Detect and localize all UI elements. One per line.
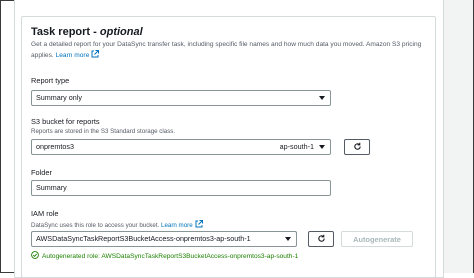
- autogenerated-role-status: Autogenerated role: AWSDataSyncTaskRepor…: [31, 251, 298, 261]
- page-background-strip: [444, 0, 473, 273]
- iam-role-select[interactable]: AWSDataSyncTaskReportS3BucketAccess-onpr…: [31, 231, 297, 247]
- section-title-text: Task report -: [31, 26, 100, 38]
- refresh-icon: [353, 138, 362, 156]
- iam-role-learn-more-link[interactable]: Learn more: [161, 222, 193, 229]
- s3-bucket-region: ap-south-1: [279, 142, 314, 151]
- report-type-select[interactable]: Summary only: [31, 90, 331, 106]
- chevron-down-icon: [319, 96, 325, 100]
- refresh-icon: [317, 230, 326, 248]
- s3-bucket-select[interactable]: onpremtos3 ap-south-1: [31, 139, 331, 155]
- report-type-value: Summary only: [36, 93, 82, 102]
- chevron-down-icon: [285, 237, 291, 241]
- section-description-text: Get a detailed report for your DataSync …: [31, 41, 422, 59]
- learn-more-link[interactable]: Learn more: [56, 52, 90, 59]
- s3-bucket-sublabel: Reports are stored in the S3 Standard st…: [31, 128, 176, 135]
- iam-role-label: IAM role: [31, 209, 59, 218]
- section-title: Task report - optional: [31, 26, 143, 38]
- folder-label: Folder: [31, 168, 52, 177]
- autogenerate-button[interactable]: Autogenerate: [341, 231, 413, 247]
- section-description: Get a detailed report for your DataSync …: [31, 40, 431, 62]
- iam-role-value: AWSDataSyncTaskReportS3BucketAccess-onpr…: [36, 234, 251, 243]
- iam-role-sublabel-text: DataSync uses this role to access your b…: [31, 222, 160, 229]
- s3-bucket-refresh-button[interactable]: [344, 139, 370, 155]
- section-title-optional: optional: [99, 26, 143, 38]
- external-link-icon: [91, 50, 100, 62]
- report-type-label: Report type: [31, 76, 70, 85]
- s3-bucket-label: S3 bucket for reports: [31, 117, 100, 126]
- folder-input[interactable]: Summary: [31, 180, 331, 196]
- external-link-icon: [195, 220, 203, 230]
- chevron-down-icon: [319, 145, 325, 149]
- s3-bucket-value: onpremtos3: [36, 142, 74, 151]
- iam-role-sublabel: DataSync uses this role to access your b…: [31, 220, 203, 230]
- iam-role-refresh-button[interactable]: [308, 231, 334, 247]
- check-circle-icon: [31, 251, 39, 261]
- autogenerated-role-text: Autogenerated role: AWSDataSyncTaskRepor…: [42, 252, 299, 260]
